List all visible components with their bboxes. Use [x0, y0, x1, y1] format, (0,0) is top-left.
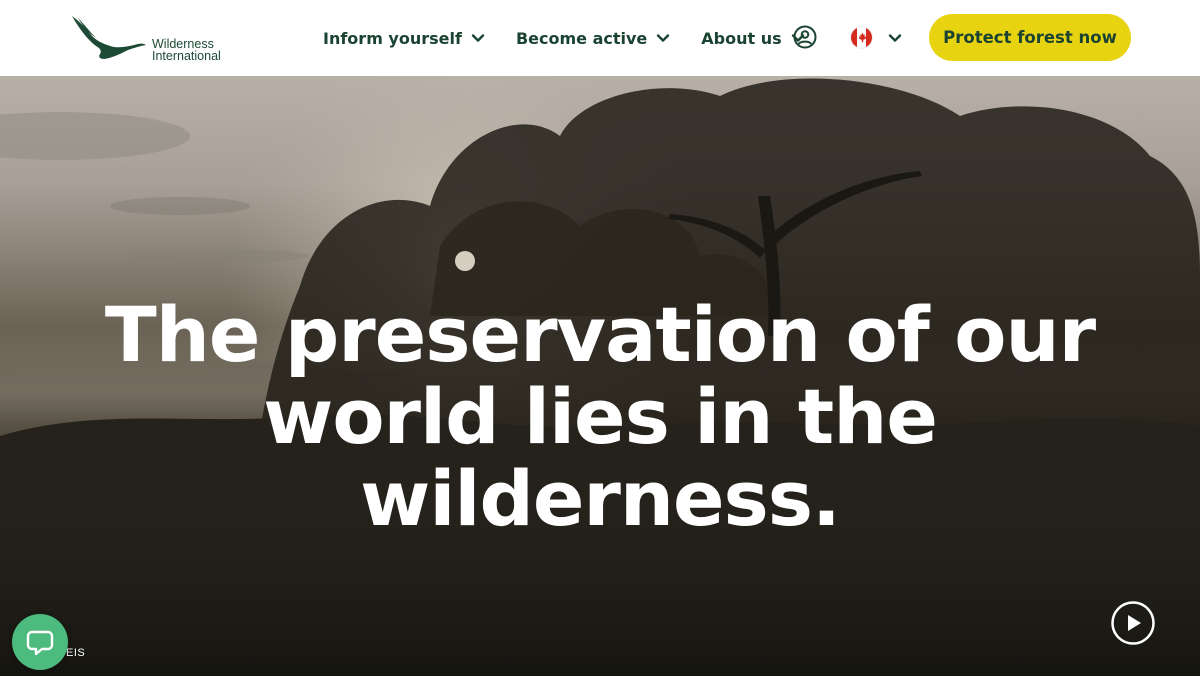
brand-name: Wilderness International	[152, 38, 221, 63]
site-header: Wilderness International Inform yourself…	[0, 0, 1200, 76]
chevron-down-icon	[888, 33, 902, 42]
hero-title-line: The preservation of our	[104, 290, 1096, 379]
chevron-down-icon	[657, 34, 670, 42]
main-nav: Inform yourself Become active About us	[323, 0, 836, 76]
nav-item-about-us[interactable]: About us	[701, 29, 805, 48]
play-icon[interactable]	[1110, 600, 1156, 646]
nav-item-label: About us	[701, 28, 782, 48]
eagle-logo-icon	[72, 16, 146, 59]
nav-item-label: Become active	[515, 28, 648, 48]
photo-credit: EIS	[66, 647, 86, 659]
chat-button[interactable]	[12, 614, 68, 670]
nav-item-label: Inform yourself	[323, 28, 462, 48]
hero-title-line: wilderness.	[360, 454, 841, 543]
logo[interactable]: Wilderness International	[70, 14, 240, 64]
brand-line-2: International	[152, 49, 221, 63]
page-bottom-edge	[0, 676, 1200, 682]
nav-item-become-active[interactable]: Become active	[516, 29, 671, 48]
canada-flag-icon	[850, 26, 873, 49]
user-circle-icon[interactable]	[793, 25, 817, 49]
hero-section: The preservation of our world lies in th…	[0, 76, 1200, 676]
hero-title: The preservation of our world lies in th…	[0, 294, 1200, 540]
chat-bubble-icon	[26, 630, 54, 656]
protect-forest-button[interactable]: Protect forest now	[929, 14, 1131, 61]
nav-item-inform-yourself[interactable]: Inform yourself	[323, 29, 486, 48]
language-selector[interactable]	[850, 26, 903, 49]
hero-title-line: world lies in the	[263, 372, 938, 461]
chevron-down-icon	[471, 34, 485, 42]
